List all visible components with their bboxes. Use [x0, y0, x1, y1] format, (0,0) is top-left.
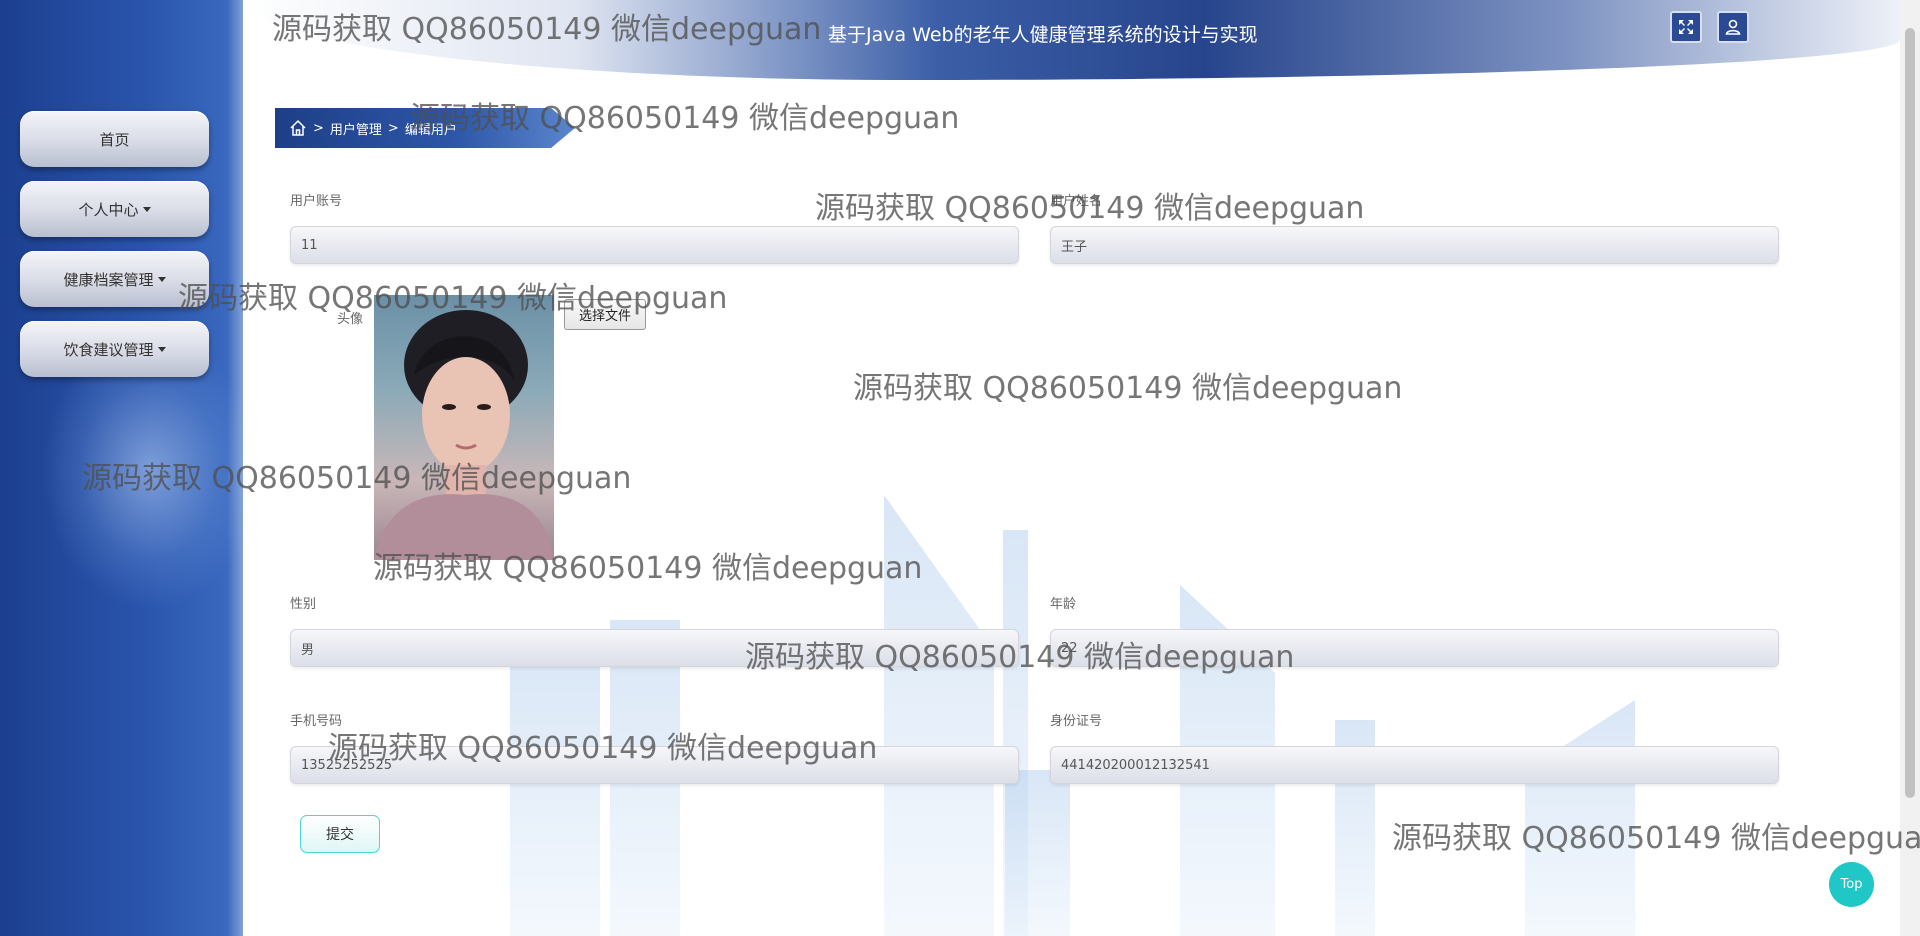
age-label: 年龄	[1050, 597, 1077, 612]
account-input[interactable]: 11	[290, 226, 1019, 264]
id-card-value: 441420200012132541	[1061, 757, 1210, 773]
gender-label: 性别	[290, 597, 317, 612]
phone-value: 13525252525	[301, 757, 392, 773]
watermark: 源码获取 QQ86050149 微信deepguan	[853, 371, 1403, 406]
breadcrumb-separator: >	[313, 120, 324, 136]
sidebar-item-label: 健康档案管理	[63, 270, 154, 289]
caret-down-icon	[157, 346, 166, 352]
background-decoration	[1525, 700, 1635, 936]
account-label: 用户账号	[290, 194, 343, 209]
id-card-input[interactable]: 441420200012132541	[1050, 746, 1779, 784]
sidebar: 首页 个人中心 健康档案管理 饮食建议管理	[0, 0, 243, 936]
name-value: 王子	[1061, 239, 1088, 255]
background-decoration	[1005, 770, 1070, 936]
sidebar-item-health-records[interactable]: 健康档案管理	[20, 251, 209, 307]
sidebar-item-label: 首页	[99, 130, 130, 149]
submit-button[interactable]: 提交	[300, 815, 380, 853]
phone-label: 手机号码	[290, 714, 343, 729]
gender-value: 男	[301, 642, 315, 658]
name-label: 用户姓名	[1050, 194, 1103, 209]
fullscreen-icon	[1679, 20, 1693, 34]
back-to-top-button[interactable]: Top	[1829, 862, 1874, 907]
gender-input[interactable]: 男	[290, 629, 1019, 667]
home-icon[interactable]	[289, 119, 307, 137]
phone-input[interactable]: 13525252525	[290, 746, 1019, 784]
breadcrumb-edit-user: 编辑用户	[404, 122, 457, 138]
breadcrumb-user-management[interactable]: 用户管理	[330, 119, 382, 138]
account-value: 11	[301, 237, 318, 253]
sidebar-item-label: 个人中心	[78, 200, 139, 219]
breadcrumb: > 用户管理 > 编辑用户	[275, 108, 575, 148]
age-input[interactable]: 22	[1050, 629, 1779, 667]
background-decoration	[510, 640, 600, 936]
breadcrumb-separator: >	[387, 120, 399, 136]
name-input[interactable]: 王子	[1050, 226, 1779, 264]
scrollbar-thumb[interactable]	[1905, 28, 1915, 798]
caret-down-icon	[142, 206, 151, 212]
header-bar: 基于Java Web的老年人健康管理系统的设计与实现	[243, 0, 1900, 80]
sidebar-item-label: 饮食建议管理	[63, 340, 154, 359]
age-value: 22	[1061, 640, 1078, 656]
choose-file-button[interactable]: 选择文件	[564, 299, 646, 330]
watermark: 源码获取 QQ86050149 微信deepguan	[1392, 821, 1920, 856]
user-button[interactable]	[1717, 11, 1749, 43]
user-icon	[1725, 19, 1741, 35]
fullscreen-button[interactable]	[1670, 11, 1702, 43]
page-title: 基于Java Web的老年人健康管理系统的设计与实现	[828, 24, 1258, 46]
id-card-label: 身份证号	[1050, 714, 1103, 729]
avatar-image	[374, 295, 554, 560]
background-decoration	[884, 495, 994, 936]
avatar-portrait	[374, 310, 554, 560]
caret-down-icon	[157, 276, 166, 282]
avatar-label: 头像	[337, 312, 364, 327]
sidebar-item-home[interactable]: 首页	[20, 111, 209, 167]
sidebar-item-diet-advice[interactable]: 饮食建议管理	[20, 321, 209, 377]
sidebar-item-personal-center[interactable]: 个人中心	[20, 181, 209, 237]
